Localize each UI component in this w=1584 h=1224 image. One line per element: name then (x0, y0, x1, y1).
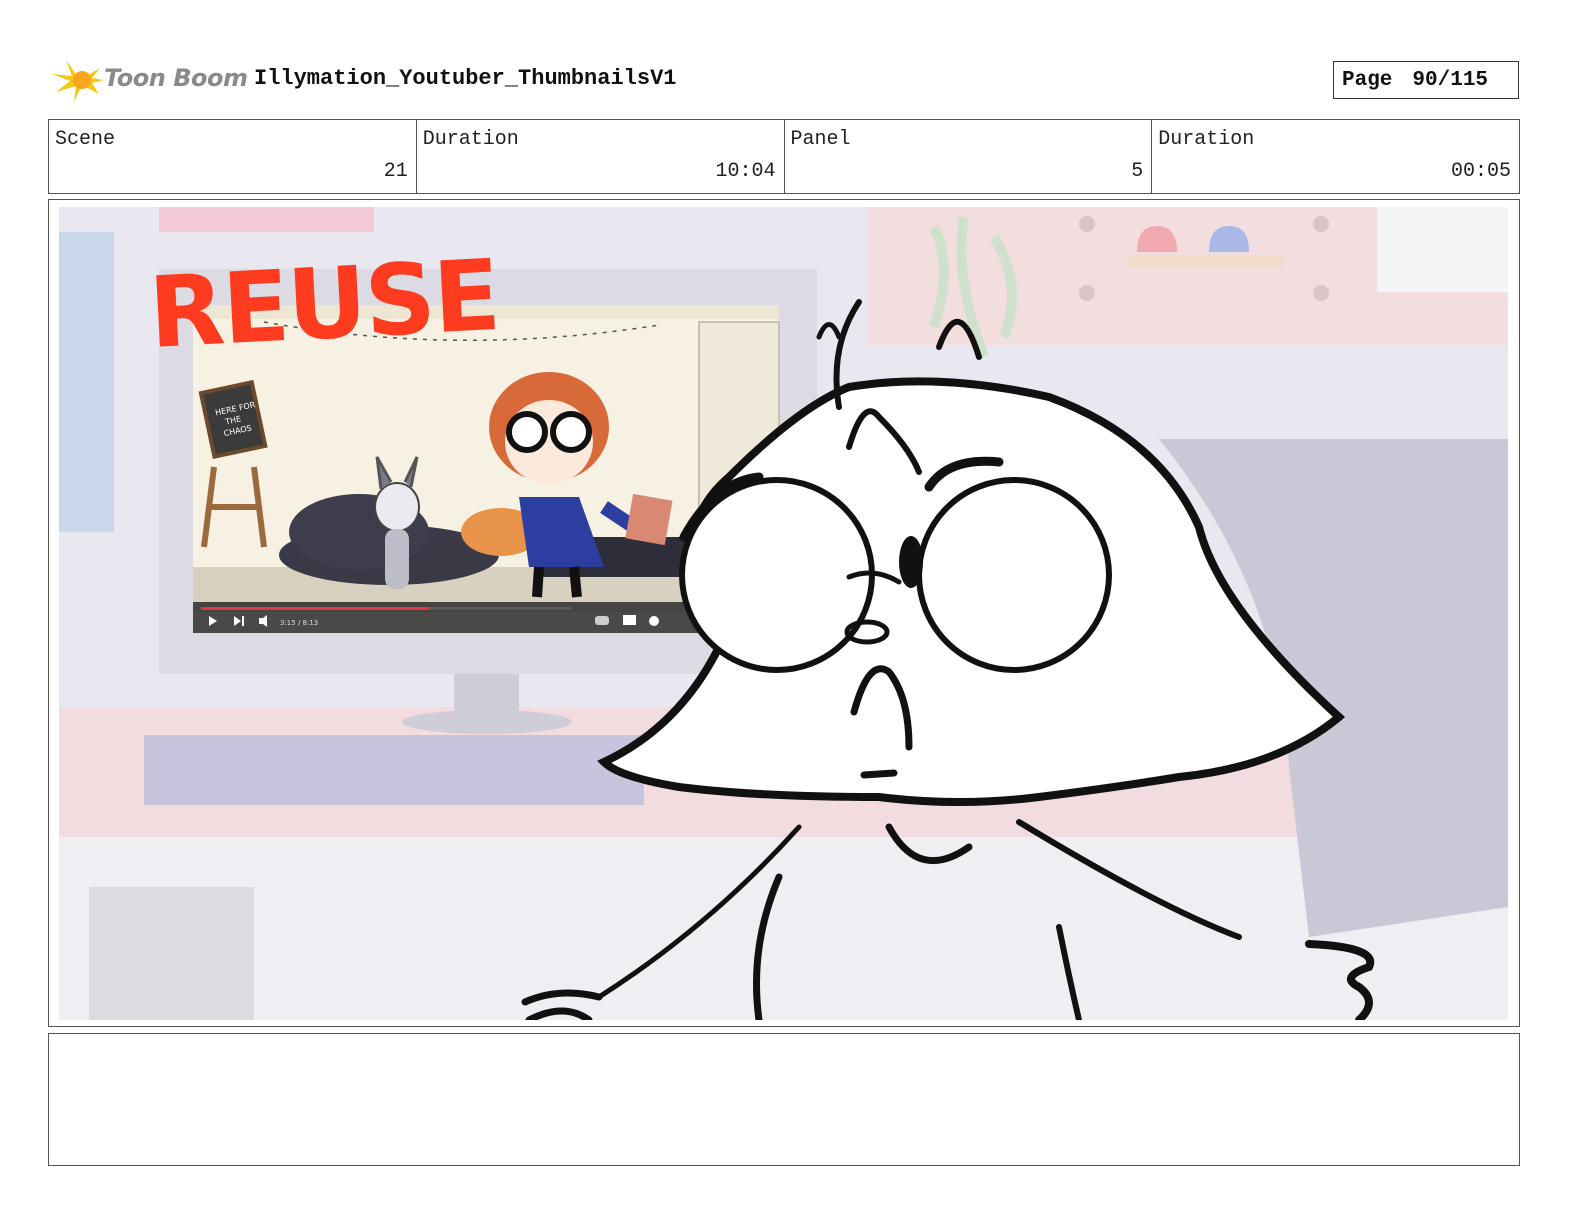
panel-duration-value: 00:05 (1450, 160, 1511, 183)
settings-gear-icon (649, 616, 659, 626)
page-indicator: Page 90/115 (1333, 61, 1519, 99)
panel-duration-cell: Duration 00:05 (1152, 120, 1519, 193)
page-label: Page (1342, 68, 1393, 92)
video-progress-bar (201, 607, 429, 610)
scene-duration-value: 10:04 (715, 160, 776, 183)
starburst-icon (52, 60, 104, 102)
logo-wordmark: Toon Boom (104, 64, 248, 92)
scene-label: Scene (55, 128, 116, 151)
reuse-overlay-text: REUSE (146, 239, 501, 371)
page-number: 90/115 (1412, 68, 1489, 92)
panel-notes-box (48, 1033, 1520, 1166)
scene-cell: Scene 21 (49, 120, 417, 193)
scene-duration-cell: Duration 10:04 (417, 120, 785, 193)
captions-icon (623, 615, 636, 625)
document-title: Illymation_Youtuber_ThumbnailsV1 (254, 66, 677, 91)
panel-cell: Panel 5 (785, 120, 1153, 193)
panel-duration-label: Duration (1158, 128, 1255, 151)
video-time: 3:15 / 8:13 (280, 619, 318, 627)
panel-label: Panel (790, 128, 851, 151)
scene-info-table: Scene 21 Duration 10:04 Panel 5 Duration… (48, 119, 1520, 194)
panel-value: 5 (1131, 160, 1144, 183)
autoplay-toggle-icon (595, 616, 609, 625)
scene-value: 21 (383, 160, 408, 183)
storyboard-panel-image: HERE FOR THE CHAOS 3:15 / 8:13 REUSE (59, 207, 1508, 1020)
scene-duration-label: Duration (422, 128, 519, 151)
